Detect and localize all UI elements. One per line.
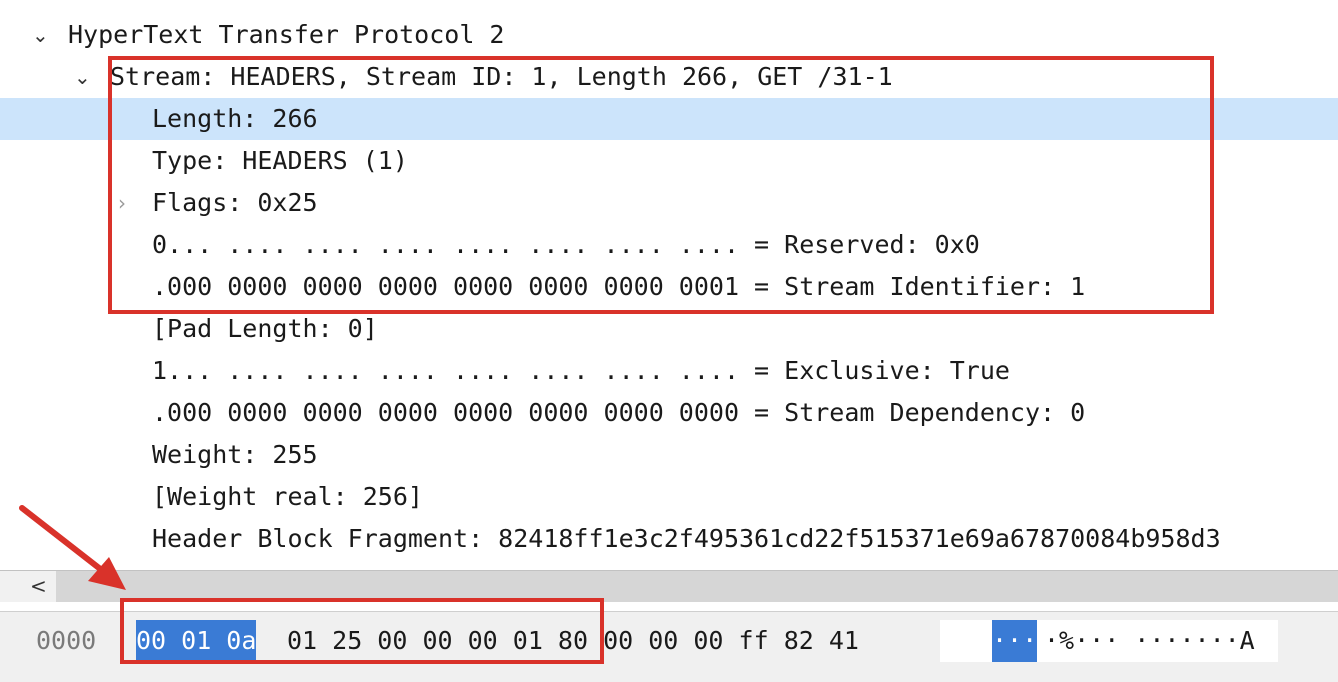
field-stream-dependency: .000 0000 0000 0000 0000 0000 0000 0000 … xyxy=(152,398,1086,427)
tree-row-stream-dependency[interactable]: .000 0000 0000 0000 0000 0000 0000 0000 … xyxy=(0,392,1338,434)
chevron-left-icon: < xyxy=(30,574,47,598)
field-header-block-fragment: Header Block Fragment: 82418ff1e3c2f4953… xyxy=(152,524,1221,553)
tree-row-flags[interactable]: › Flags: 0x25 xyxy=(0,182,1338,224)
chevron-right-icon[interactable]: › xyxy=(118,182,126,224)
ascii-bytes[interactable]: ·%··· ·······A xyxy=(1044,620,1255,662)
tree-row-length[interactable]: Length: 266 xyxy=(0,98,1338,140)
protocol-label: HyperText Transfer Protocol 2 xyxy=(68,20,505,49)
stream-label: Stream: HEADERS, Stream ID: 1, Length 26… xyxy=(110,62,893,91)
ascii-selected[interactable]: ··· xyxy=(992,620,1038,662)
field-exclusive: 1... .... .... .... .... .... .... .... … xyxy=(152,356,1010,385)
tree-row-stream-identifier[interactable]: .000 0000 0000 0000 0000 0000 0000 0001 … xyxy=(0,266,1338,308)
tree-row-weight-real[interactable]: [Weight real: 256] xyxy=(0,476,1338,518)
tree-row-type[interactable]: Type: HEADERS (1) xyxy=(0,140,1338,182)
tree-row-pad-length[interactable]: [Pad Length: 0] xyxy=(0,308,1338,350)
tree-row-weight[interactable]: Weight: 255 xyxy=(0,434,1338,476)
field-length: Length: 266 xyxy=(152,104,318,133)
packet-details-pane: ⌄ HyperText Transfer Protocol 2 ⌄ Stream… xyxy=(0,0,1338,570)
tree-row-http2[interactable]: ⌄ HyperText Transfer Protocol 2 xyxy=(0,14,1338,56)
field-pad-length: [Pad Length: 0] xyxy=(152,314,378,343)
tree-row-stream[interactable]: ⌄ Stream: HEADERS, Stream ID: 1, Length … xyxy=(0,56,1338,98)
chevron-down-icon[interactable]: ⌄ xyxy=(32,14,49,56)
tree-row-exclusive[interactable]: 1... .... .... .... .... .... .... .... … xyxy=(0,350,1338,392)
scroll-left-button[interactable]: < xyxy=(0,571,56,602)
field-reserved: 0... .... .... .... .... .... .... .... … xyxy=(152,230,980,259)
hex-bytes[interactable]: 01 25 00 00 00 01 80 00 00 00 ff 82 41 xyxy=(287,620,859,662)
pane-splitter[interactable] xyxy=(0,602,1338,612)
chevron-down-icon[interactable]: ⌄ xyxy=(74,56,91,98)
hex-bytes-selected[interactable]: 00 01 0a xyxy=(136,620,257,662)
field-weight: Weight: 255 xyxy=(152,440,318,469)
packet-bytes-pane: 0000 00 01 0a 01 25 00 00 00 01 80 00 00… xyxy=(0,612,1338,682)
field-weight-real: [Weight real: 256] xyxy=(152,482,423,511)
horizontal-scrollbar[interactable]: < xyxy=(0,570,1338,602)
tree-row-header-block-fragment[interactable]: Header Block Fragment: 82418ff1e3c2f4953… xyxy=(0,518,1338,560)
field-flags: Flags: 0x25 xyxy=(152,188,318,217)
field-stream-identifier: .000 0000 0000 0000 0000 0000 0000 0001 … xyxy=(152,272,1086,301)
tree-row-reserved[interactable]: 0... .... .... .... .... .... .... .... … xyxy=(0,224,1338,266)
hex-offset: 0000 xyxy=(36,626,97,655)
field-type: Type: HEADERS (1) xyxy=(152,146,408,175)
